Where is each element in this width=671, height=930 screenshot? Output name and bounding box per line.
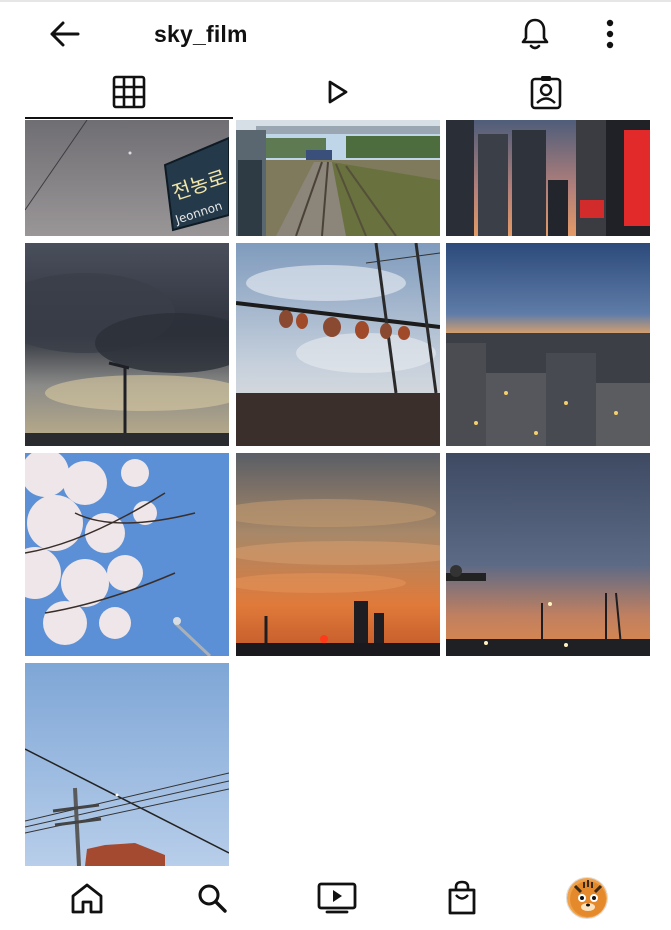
post-thumbnail[interactable] [236, 453, 440, 656]
post-thumbnail[interactable] [25, 663, 229, 866]
nav-igtv[interactable] [313, 874, 361, 922]
post-thumbnail[interactable] [25, 243, 229, 446]
shopping-bag-icon [448, 880, 476, 915]
post-thumbnail[interactable] [25, 453, 229, 656]
nav-shop[interactable] [438, 874, 486, 922]
nav-home[interactable] [63, 874, 111, 922]
profile-tabs [0, 64, 671, 120]
nav-search[interactable] [188, 874, 236, 922]
play-icon [328, 80, 348, 104]
post-thumbnail[interactable] [236, 243, 440, 446]
active-tab-indicator [25, 117, 233, 119]
notifications-button[interactable] [516, 14, 554, 54]
back-button[interactable] [46, 16, 84, 52]
bottom-navigation [0, 866, 671, 930]
post-thumbnail[interactable] [446, 453, 650, 656]
post-thumbnail[interactable]: 전농로 Jeonnon [25, 120, 229, 236]
profile-username: sky_film [154, 21, 248, 47]
bell-icon [521, 18, 549, 50]
tagged-portrait-icon [530, 76, 562, 110]
tab-tagged[interactable] [443, 64, 649, 120]
post-thumbnail[interactable] [446, 243, 650, 446]
more-options-button[interactable] [594, 14, 626, 54]
tab-grid[interactable] [25, 64, 233, 120]
more-vertical-icon [606, 19, 614, 49]
tab-reels[interactable] [236, 64, 440, 120]
post-thumbnail[interactable] [446, 120, 650, 236]
grid-icon [112, 75, 146, 109]
search-icon [198, 884, 227, 913]
post-thumbnail[interactable] [236, 120, 440, 236]
avatar [566, 877, 608, 919]
arrow-left-icon [50, 21, 80, 47]
header: sky_film [0, 2, 671, 64]
nav-profile[interactable] [563, 874, 611, 922]
posts-grid: 전농로 Jeonnon [25, 120, 650, 866]
tv-play-icon [317, 882, 357, 914]
home-icon [71, 883, 103, 914]
